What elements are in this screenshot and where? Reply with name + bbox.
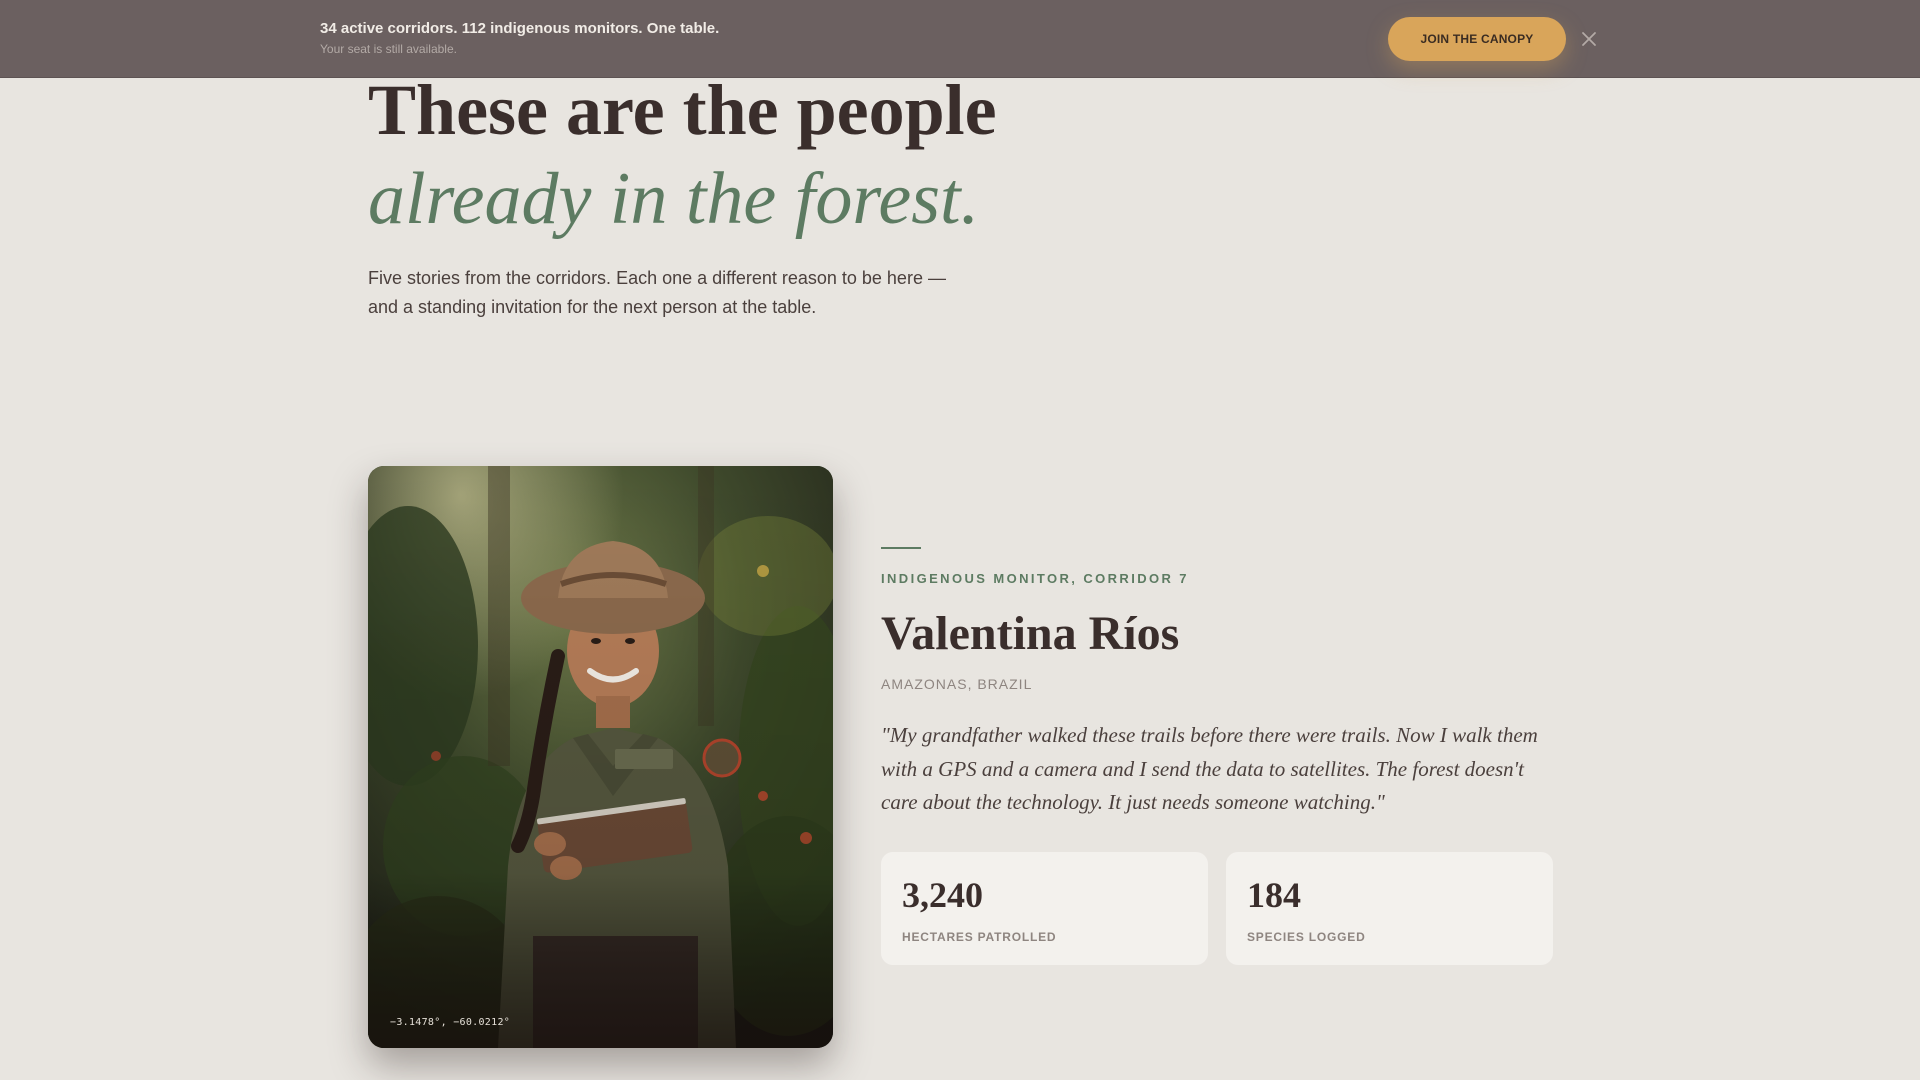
banner-text: 34 active corridors. 112 indigenous moni… (320, 20, 719, 56)
hero-heading-accent: already in the forest. (368, 158, 980, 240)
hero-heading: These are the people (368, 70, 997, 150)
close-icon[interactable] (1578, 28, 1600, 50)
announcement-banner: 34 active corridors. 112 indigenous moni… (0, 0, 1920, 78)
stat-label: HECTARES PATROLLED (902, 930, 1057, 944)
portrait-photo: −3.1478°, −60.0212° (368, 466, 833, 1048)
photo-coordinates: −3.1478°, −60.0212° (390, 1017, 511, 1028)
banner-title: 34 active corridors. 112 indigenous moni… (320, 20, 720, 37)
banner-subtitle: Your seat is still available. (320, 42, 457, 56)
profile-role: INDIGENOUS MONITOR, CORRIDOR 7 (881, 571, 1189, 586)
join-the-canopy-button[interactable]: JOIN THE CANOPY (1388, 17, 1566, 61)
stat-card-species: 184 SPECIES LOGGED (1226, 852, 1553, 965)
hero-description: Five stories from the corridors. Each on… (368, 268, 946, 317)
profile-name: Valentina Ríos (881, 607, 1180, 660)
stat-value: 3,240 (902, 875, 983, 915)
profile-location: AMAZONAS, BRAZIL (881, 676, 1033, 692)
stat-label: SPECIES LOGGED (1247, 930, 1366, 944)
accent-divider (881, 547, 921, 549)
profile-quote: "My grandfather walked these trails befo… (881, 723, 1538, 814)
stat-value: 184 (1247, 875, 1301, 915)
stat-card-hectares: 3,240 HECTARES PATROLLED (881, 852, 1208, 965)
